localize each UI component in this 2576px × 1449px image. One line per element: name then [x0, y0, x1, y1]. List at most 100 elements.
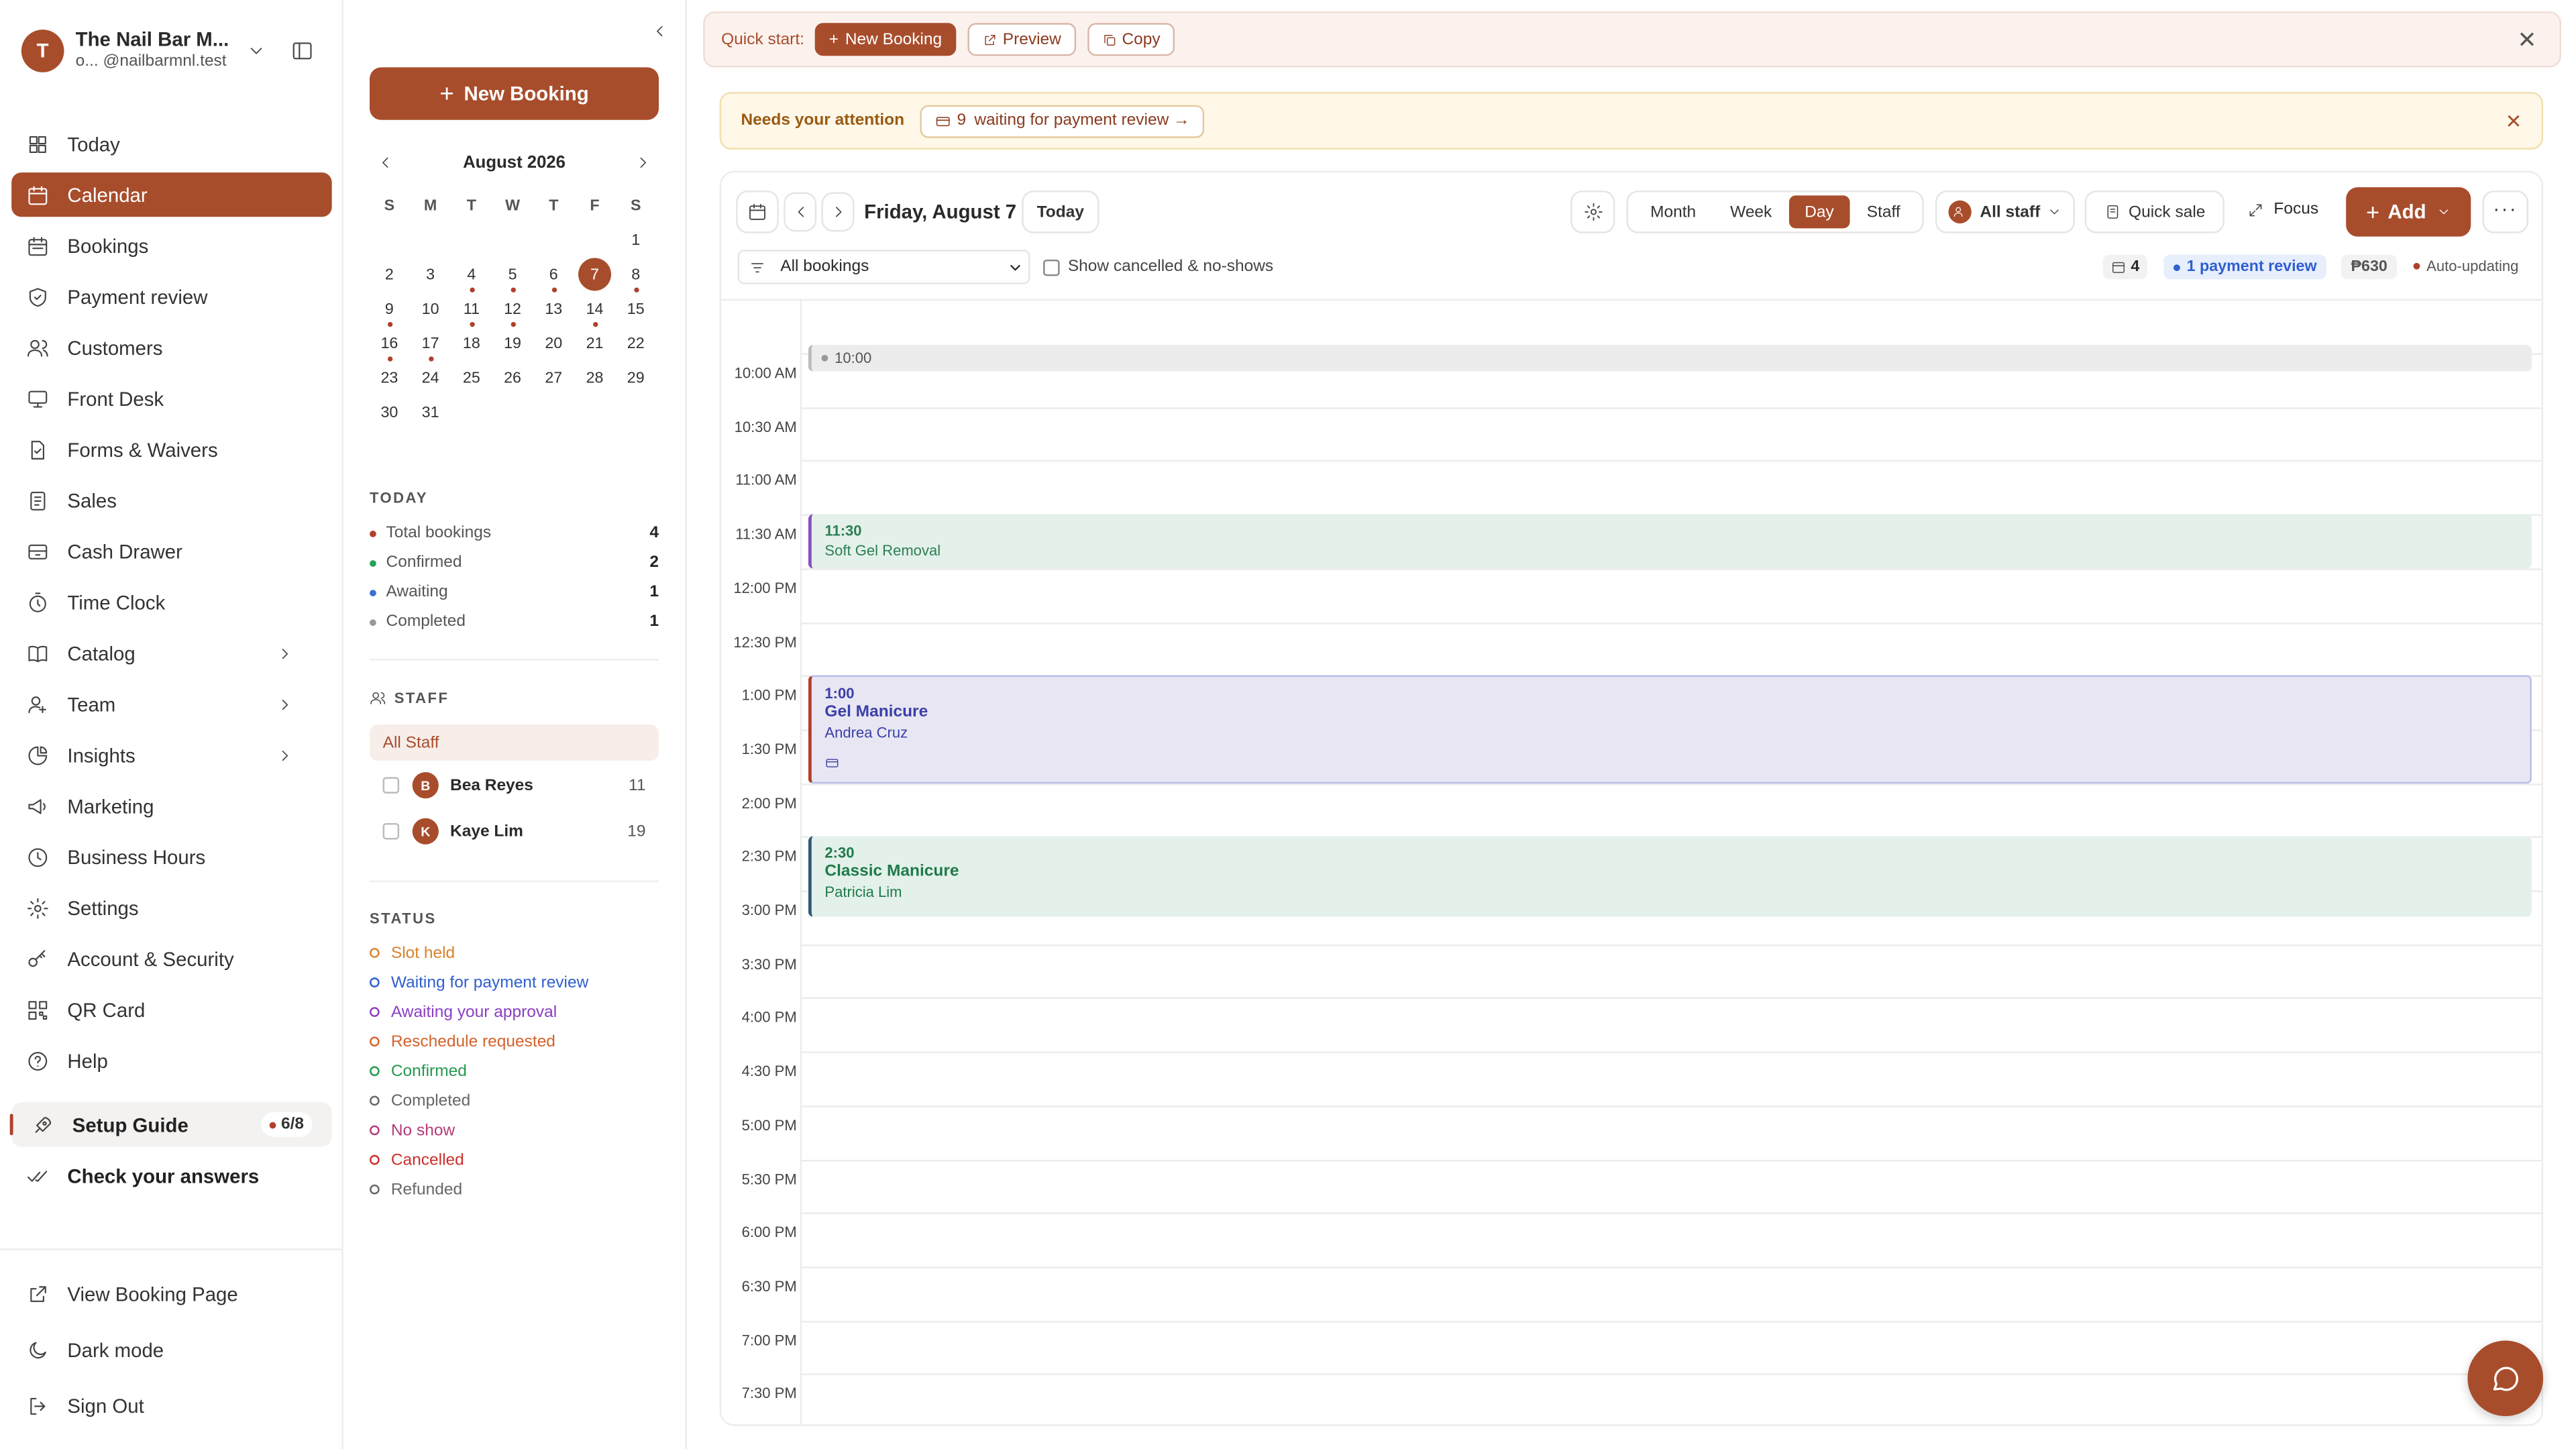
status-legend-item[interactable]: Confirmed	[370, 1055, 659, 1087]
staff-row[interactable]: B Bea Reyes 11	[370, 767, 659, 804]
booking-event[interactable]: 11:30 Soft Gel Removal	[808, 514, 2532, 568]
status-legend-item[interactable]: Waiting for payment review	[370, 966, 659, 999]
calendar-day[interactable]: 1	[618, 223, 654, 256]
calendar-day[interactable]: 19	[494, 327, 531, 360]
quick-start-new-booking-button[interactable]: + New Booking	[814, 23, 957, 56]
next-month-icon[interactable]	[634, 151, 652, 174]
calendar-day[interactable]: 5	[494, 258, 531, 292]
calendar-day[interactable]: 22	[618, 327, 654, 360]
sidebar-item-front-desk[interactable]: Front Desk	[11, 376, 332, 421]
calendar-settings-button[interactable]	[1570, 191, 1615, 233]
calendar-day[interactable]: 14	[577, 292, 613, 327]
quick-sale-button[interactable]: Quick sale	[2084, 191, 2224, 233]
payment-review-link[interactable]: 9 waiting for payment review →	[920, 104, 1205, 138]
calendar-day[interactable]: 8	[618, 258, 654, 292]
booking-event[interactable]: 2:30 Classic Manicure Patricia Lim	[808, 837, 2532, 918]
chat-button[interactable]	[2467, 1340, 2544, 1417]
payment-review-badge[interactable]: 1 payment review	[2163, 254, 2327, 280]
view-month[interactable]: Month	[1633, 195, 1713, 228]
calendar-day[interactable]: 30	[371, 396, 407, 429]
collapse-sidebar-icon[interactable]	[290, 40, 313, 62]
calendar-day[interactable]: 2	[371, 258, 407, 290]
preview-button[interactable]: Preview	[968, 23, 1076, 56]
calendar-day[interactable]: 20	[535, 327, 572, 360]
staff-checkbox[interactable]	[382, 822, 400, 840]
dark-mode-toggle[interactable]: Dark mode	[11, 1328, 332, 1372]
all-staff-filter[interactable]: All Staff	[370, 724, 659, 761]
calendar-day[interactable]: 12	[494, 292, 531, 327]
dismiss-icon[interactable]: ✕	[2506, 109, 2522, 132]
prev-month-icon[interactable]	[376, 151, 394, 174]
calendar-day[interactable]: 24	[413, 362, 449, 394]
setup-guide[interactable]: Setup Guide 6/8	[9, 1102, 332, 1147]
calendar-day[interactable]: 29	[618, 362, 654, 394]
calendar-day[interactable]: 4	[453, 258, 490, 292]
view-week[interactable]: Week	[1713, 195, 1789, 228]
new-booking-button[interactable]: + New Booking	[370, 67, 659, 120]
calendar-day[interactable]: 6	[535, 258, 572, 292]
status-legend-item[interactable]: Reschedule requested	[370, 1025, 659, 1058]
calendar-day[interactable]: 28	[577, 362, 613, 394]
sidebar-item-customers[interactable]: Customers	[11, 325, 332, 370]
calendar-day[interactable]: 9	[371, 292, 407, 327]
calendar-day[interactable]: 17	[413, 327, 449, 362]
more-options-button[interactable]: ···	[2482, 191, 2529, 233]
sidebar-item-settings[interactable]: Settings	[11, 885, 332, 930]
calendar-day[interactable]: 16	[371, 327, 407, 362]
sidebar-item-insights[interactable]: Insights	[11, 733, 332, 777]
calendar-day[interactable]: 18	[453, 327, 490, 360]
sidebar-item-calendar[interactable]: Calendar	[11, 172, 332, 217]
focus-button[interactable]: Focus	[2247, 201, 2318, 219]
check-answers[interactable]: Check your answers	[11, 1153, 332, 1197]
staff-row[interactable]: K Kaye Lim 19	[370, 813, 659, 849]
sidebar-item-help[interactable]: Help	[11, 1038, 332, 1083]
sidebar-item-payment-review[interactable]: Payment review	[11, 274, 332, 319]
calendar-day[interactable]: 31	[413, 396, 449, 429]
calendar-day[interactable]: 7	[577, 258, 613, 291]
calendar-day[interactable]: 21	[577, 327, 613, 360]
sidebar-item-marketing[interactable]: Marketing	[11, 784, 332, 828]
collapse-panel-icon[interactable]	[651, 19, 669, 42]
copy-button[interactable]: Copy	[1087, 23, 1175, 56]
calendar-day[interactable]: 26	[494, 362, 531, 394]
staff-checkbox[interactable]	[382, 777, 400, 794]
sidebar-item-qr-card[interactable]: QR Card	[11, 987, 332, 1032]
close-icon[interactable]: ✕	[2518, 25, 2537, 54]
business-switcher[interactable]: T The Nail Bar M... o... @nailbarmnl.tes…	[21, 28, 325, 74]
date-picker-button[interactable]	[736, 191, 779, 233]
today-button[interactable]: Today	[1022, 191, 1099, 233]
calendar-day[interactable]: 25	[453, 362, 490, 394]
show-cancelled-checkbox[interactable]: Show cancelled & no-shows	[1043, 258, 1273, 276]
sidebar-item-cash-drawer[interactable]: Cash Drawer	[11, 529, 332, 574]
calendar-day[interactable]: 15	[618, 292, 654, 325]
add-button[interactable]: + Add	[2346, 187, 2471, 237]
status-legend-item[interactable]: Awaiting your approval	[370, 996, 659, 1028]
view-day[interactable]: Day	[1788, 195, 1850, 229]
status-legend-item[interactable]: No show	[370, 1114, 659, 1146]
sidebar-item-business-hours[interactable]: Business Hours	[11, 835, 332, 879]
calendar-day[interactable]: 23	[371, 362, 407, 394]
calendar-day[interactable]: 13	[535, 292, 572, 325]
calendar-day[interactable]: 11	[453, 292, 490, 327]
calendar-day[interactable]: 3	[413, 258, 449, 290]
sidebar-item-catalog[interactable]: Catalog	[11, 631, 332, 675]
sidebar-item-account-security[interactable]: Account & Security	[11, 936, 332, 981]
sidebar-item-today[interactable]: Today	[11, 121, 332, 166]
prev-day-button[interactable]	[784, 192, 817, 232]
status-legend-item[interactable]: Cancelled	[370, 1144, 659, 1177]
status-legend-item[interactable]: Slot held	[370, 936, 659, 969]
view-staff[interactable]: Staff	[1849, 195, 1917, 228]
calendar-day[interactable]: 27	[535, 362, 572, 394]
staff-filter-dropdown[interactable]: All staff	[1935, 191, 2076, 233]
next-day-button[interactable]	[821, 192, 855, 232]
booking-event[interactable]: 10:00	[808, 344, 2532, 372]
sidebar-item-sales[interactable]: Sales	[11, 478, 332, 523]
sidebar-item-bookings[interactable]: Bookings	[11, 223, 332, 268]
view-booking-page-link[interactable]: View Booking Page	[11, 1272, 332, 1316]
booking-event[interactable]: 1:00 Gel Manicure Andrea Cruz	[808, 675, 2532, 784]
sidebar-item-forms-waivers[interactable]: Forms & Waivers	[11, 427, 332, 472]
status-legend-item[interactable]: Refunded	[370, 1173, 659, 1206]
sidebar-item-time-clock[interactable]: Time Clock	[11, 580, 332, 624]
sidebar-item-team[interactable]: Team	[11, 682, 332, 726]
status-legend-item[interactable]: Completed	[370, 1084, 659, 1117]
